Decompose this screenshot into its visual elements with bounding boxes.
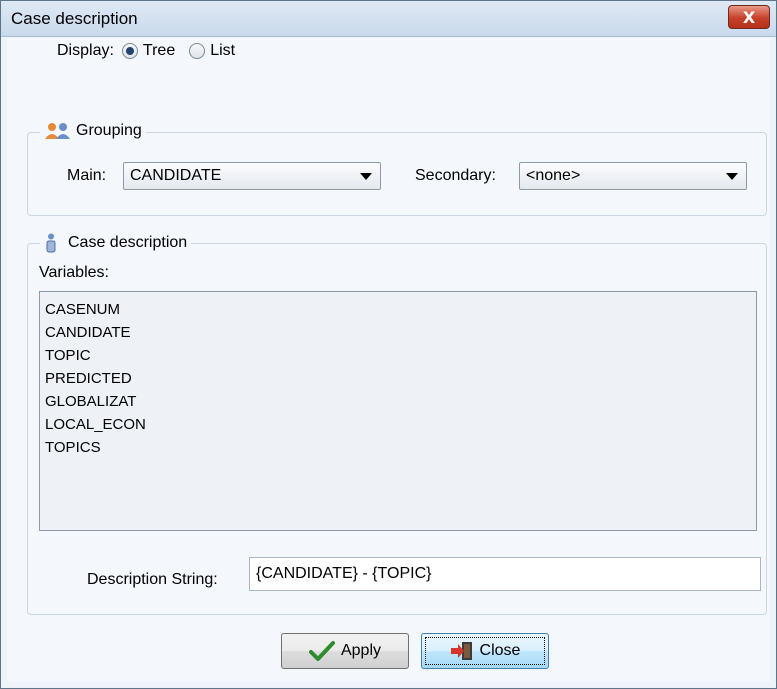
list-item[interactable]: GLOBALIZAT [45,390,751,413]
dialog-window: Case description X Display: Tree List Gr… [0,0,777,689]
title-bar[interactable]: Case description X [1,1,776,37]
apply-button[interactable]: Apply [281,633,409,669]
main-grouping-value: CANDIDATE [130,167,222,184]
secondary-grouping-dropdown[interactable]: <none> [519,162,747,190]
case-description-legend-text: Case description [68,234,188,251]
people-icon [45,123,70,139]
case-description-legend: Case description [40,233,192,253]
secondary-label: Secondary: [415,167,496,184]
variables-list[interactable]: CASENUM CANDIDATE TOPIC PREDICTED GLOBAL… [39,291,757,531]
tree-radio-button[interactable] [121,43,138,59]
close-icon: X [742,7,756,27]
checkmark-icon [308,641,335,661]
description-string-label: Description String: [87,571,218,588]
list-radio-label: List [210,42,236,59]
chevron-down-icon [726,173,738,180]
description-string-value: {CANDIDATE} - {TOPIC} [256,565,432,582]
main-grouping-dropdown[interactable]: CANDIDATE [123,162,381,190]
secondary-grouping-value: <none> [526,167,581,184]
grouping-legend-text: Grouping [76,122,142,139]
display-label: Display: [57,42,114,59]
list-item[interactable]: LOCAL_ECON [45,413,751,436]
person-icon [46,233,56,253]
window-close-button[interactable]: X [728,5,770,29]
exit-door-icon [450,642,472,660]
display-option-list[interactable]: List [189,42,235,60]
tree-radio-label: Tree [142,42,176,59]
apply-button-label: Apply [340,642,382,659]
window-title: Case description [11,9,138,28]
list-radio-button[interactable] [189,43,206,59]
display-option-tree[interactable]: Tree [121,42,176,60]
display-mode-row: Display: Tree List [57,42,235,60]
chevron-down-icon [360,173,372,180]
close-button[interactable]: Close [421,633,549,669]
list-item[interactable]: PREDICTED [45,367,751,390]
list-item[interactable]: CANDIDATE [45,321,751,344]
main-label: Main: [67,167,107,184]
list-item[interactable]: TOPICS [45,436,751,459]
variables-label: Variables: [39,264,109,281]
list-item[interactable]: CASENUM [45,298,751,321]
close-button-label: Close [479,642,521,659]
list-item[interactable]: TOPIC [45,344,751,367]
description-string-input[interactable]: {CANDIDATE} - {TOPIC} [249,557,761,591]
grouping-legend: Grouping [40,122,146,140]
